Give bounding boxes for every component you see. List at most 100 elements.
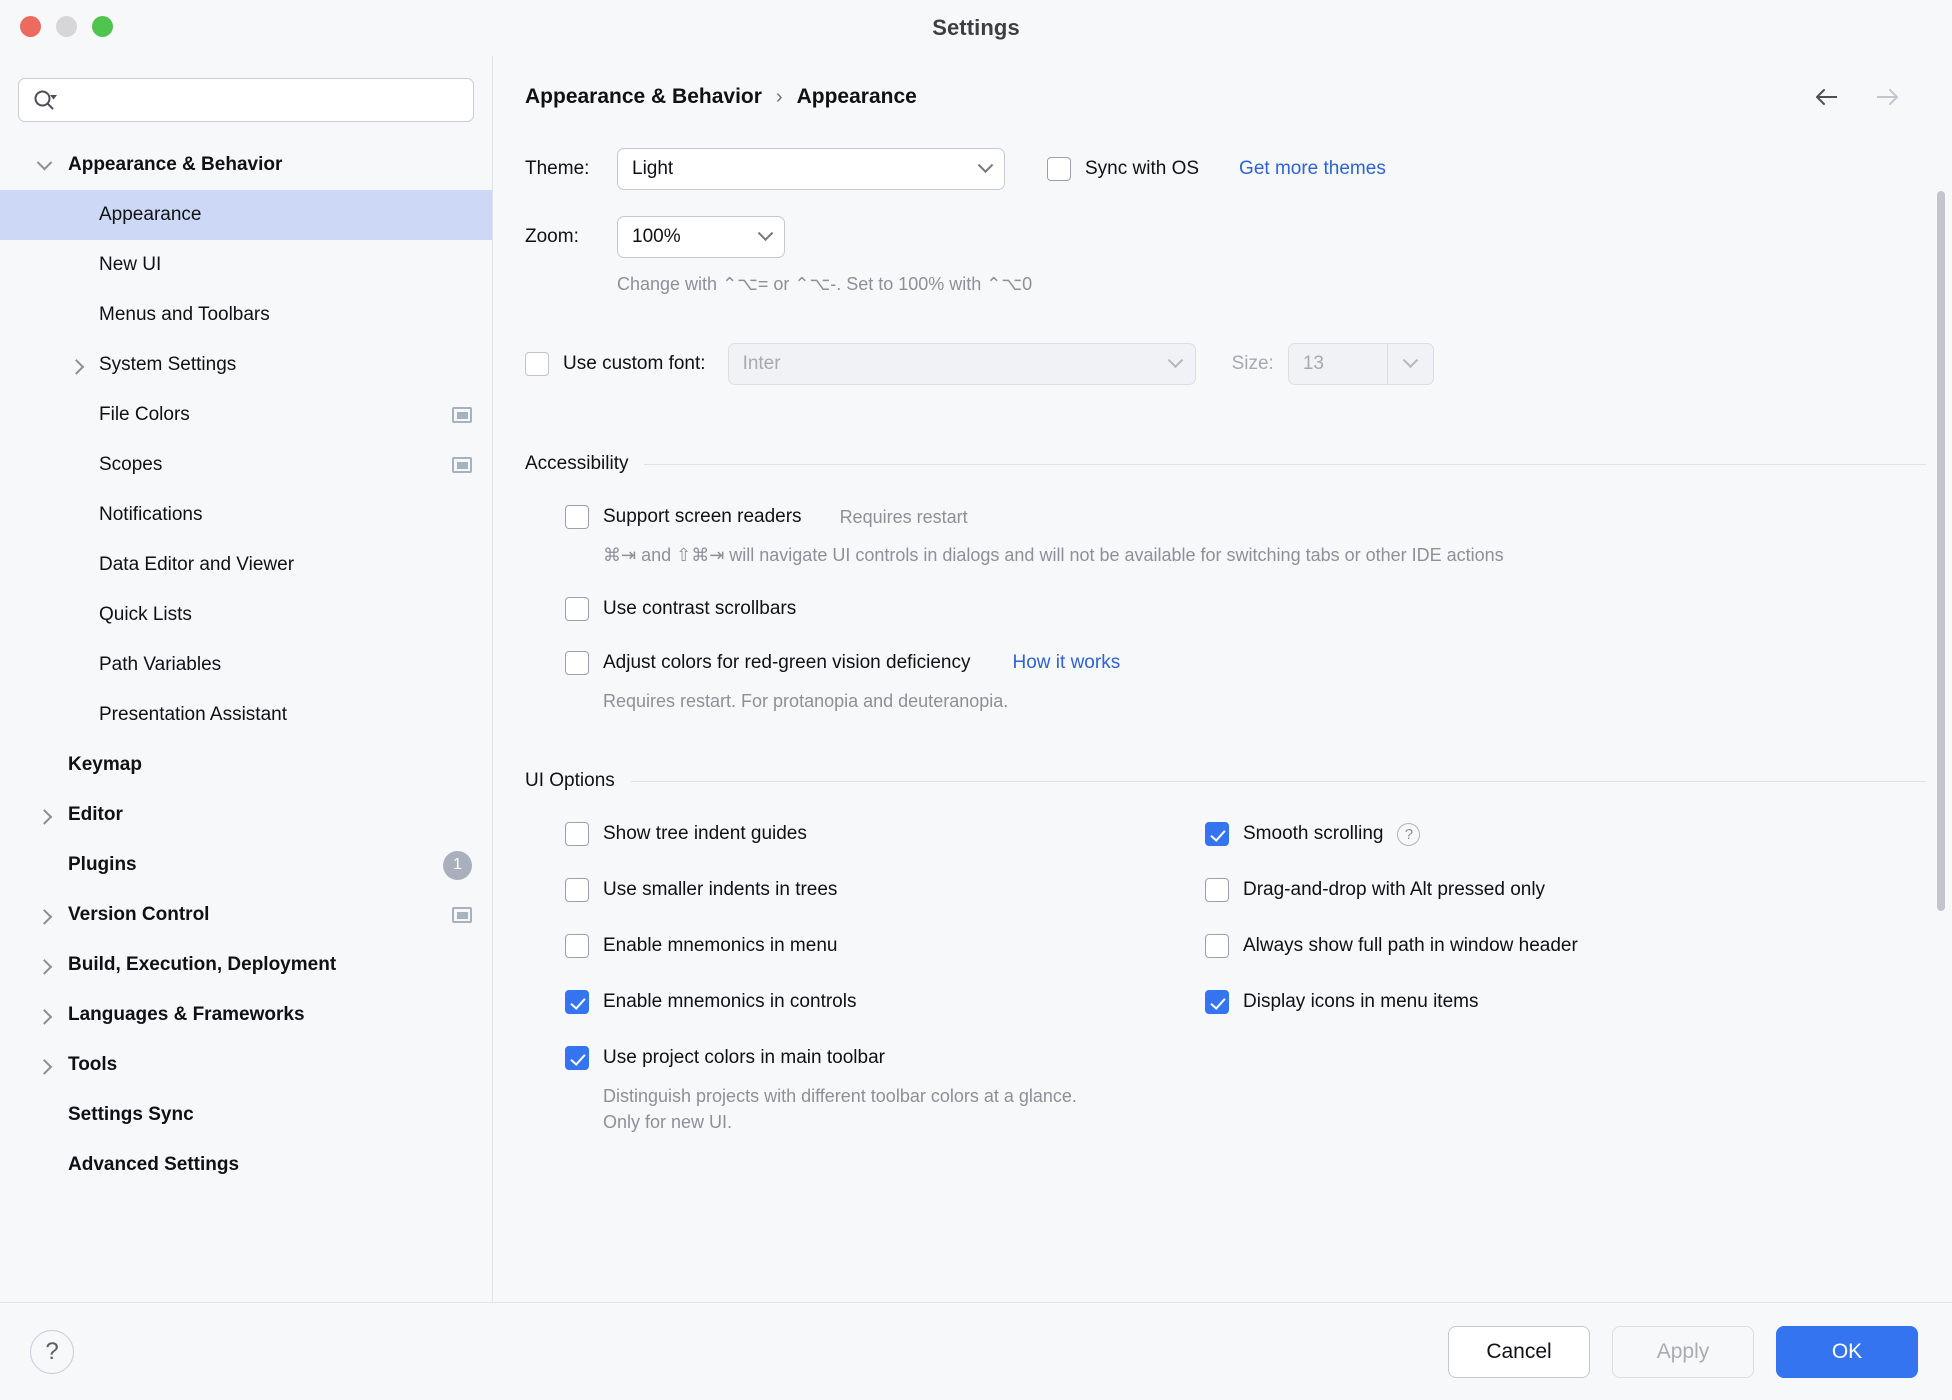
dialog-buttons: Cancel Apply OK [1448, 1325, 1918, 1378]
ui-option-show-tree-indent-guides[interactable]: Show tree indent guides [565, 822, 1205, 847]
sync-with-os-row[interactable]: Sync with OS [1047, 157, 1199, 181]
custom-font-row: Use custom font: Inter Size: 13 [525, 343, 1926, 385]
sidebar-item-data-editor-and-viewer[interactable]: Data Editor and Viewer [0, 540, 492, 590]
sidebar-item-advanced-settings[interactable]: Advanced Settings [0, 1140, 492, 1190]
sidebar-item-notifications[interactable]: Notifications [0, 490, 492, 540]
accessibility-title: Accessibility [525, 453, 629, 474]
custom-font-value: Inter [742, 353, 781, 374]
ui-option-label: Always show full path in window header [1243, 935, 1578, 957]
ui-option-checkbox-always-show-full-path-in-window-header[interactable] [1205, 934, 1229, 959]
ui-option-checkbox-enable-mnemonics-in-menu[interactable] [565, 934, 589, 959]
sidebar-item-label: Presentation Assistant [99, 704, 287, 725]
sidebar-item-trailing: 1 [443, 840, 492, 890]
sidebar-item-new-ui[interactable]: New UI [0, 240, 492, 290]
sidebar-item-system-settings[interactable]: System Settings [0, 340, 492, 390]
help-button[interactable]: ? [30, 1329, 74, 1374]
sidebar-item-label: Settings Sync [68, 1104, 194, 1125]
sidebar-item-languages-frameworks[interactable]: Languages & Frameworks [0, 990, 492, 1040]
ui-option-enable-mnemonics-in-menu[interactable]: Enable mnemonics in menu [565, 934, 1205, 959]
help-icon[interactable]: ? [1397, 822, 1421, 846]
zoom-select[interactable]: 100% [617, 216, 785, 258]
ui-option-drag-and-drop-with-alt-pressed-only[interactable]: Drag-and-drop with Alt pressed only [1205, 878, 1926, 903]
search-box[interactable] [18, 78, 474, 122]
sync-with-os-checkbox[interactable] [1047, 157, 1071, 181]
search-input[interactable] [65, 90, 473, 110]
ui-option-checkbox-use-project-colors-in-main-toolbar[interactable] [565, 1046, 589, 1071]
accessibility-options: Support screen readers Requires restart … [525, 505, 1926, 714]
custom-font-select[interactable]: Inter [727, 343, 1196, 385]
arrow-left-icon[interactable] [1814, 84, 1840, 110]
ui-option-checkbox-enable-mnemonics-in-controls[interactable] [565, 990, 589, 1015]
ui-option-label: Enable mnemonics in controls [603, 991, 857, 1013]
sidebar-item-scopes[interactable]: Scopes [0, 440, 492, 490]
sidebar-item-appearance-behavior[interactable]: Appearance & Behavior [0, 140, 492, 190]
ui-option-label: Use project colors in main toolbar [603, 1047, 885, 1069]
chevron-right-icon[interactable] [33, 954, 55, 976]
how-it-works-link[interactable]: How it works [1013, 652, 1121, 674]
chevron-down-icon [977, 156, 993, 176]
ui-option-use-project-colors-in-main-toolbar[interactable]: Use project colors in main toolbar [565, 1046, 1205, 1071]
sidebar-item-version-control[interactable]: Version Control [0, 890, 492, 940]
get-more-themes-link[interactable]: Get more themes [1239, 158, 1386, 180]
ui-options-columns: Show tree indent guides Use smaller inden… [525, 822, 1926, 1135]
sidebar-item-appearance[interactable]: Appearance [0, 190, 492, 240]
ok-button[interactable]: OK [1776, 1325, 1918, 1378]
chevron-right-icon[interactable] [33, 904, 55, 926]
ui-option-checkbox-use-smaller-indents-in-trees[interactable] [565, 878, 589, 903]
chevron-right-icon[interactable] [33, 1054, 55, 1076]
sidebar-item-menus-and-toolbars[interactable]: Menus and Toolbars [0, 290, 492, 340]
adjust-colors-checkbox[interactable] [565, 650, 589, 675]
use-contrast-scrollbars-checkbox[interactable] [565, 596, 589, 621]
content-scrollbar[interactable] [1937, 191, 1945, 911]
red-green-row[interactable]: Adjust colors for red-green vision defic… [565, 650, 1926, 675]
sidebar-item-label: File Colors [99, 404, 190, 425]
sidebar-item-label: Plugins [68, 854, 137, 875]
sidebar-item-build-execution-deployment[interactable]: Build, Execution, Deployment [0, 940, 492, 990]
chevron-right-icon[interactable] [33, 1004, 55, 1026]
sidebar-item-presentation-assistant[interactable]: Presentation Assistant [0, 690, 492, 740]
contrast-scrollbars-row[interactable]: Use contrast scrollbars [565, 596, 1926, 621]
requires-restart-note: Requires restart [839, 506, 968, 527]
ui-option-use-smaller-indents-in-trees[interactable]: Use smaller indents in trees [565, 878, 1205, 903]
section-divider [644, 463, 1926, 465]
breadcrumb-parent[interactable]: Appearance & Behavior [525, 85, 762, 109]
ui-option-checkbox-drag-and-drop-with-alt-pressed-only[interactable] [1205, 878, 1229, 903]
sidebar-item-file-colors[interactable]: File Colors [0, 390, 492, 440]
support-screen-readers-checkbox[interactable] [565, 505, 589, 529]
chevron-down-icon[interactable] [33, 154, 55, 176]
sidebar-item-quick-lists[interactable]: Quick Lists [0, 590, 492, 640]
ui-option-always-show-full-path-in-window-header[interactable]: Always show full path in window header [1205, 934, 1926, 959]
sidebar-item-plugins[interactable]: Plugins 1 [0, 840, 492, 890]
ui-option-enable-mnemonics-in-controls[interactable]: Enable mnemonics in controls [565, 990, 1205, 1015]
cancel-button[interactable]: Cancel [1448, 1325, 1590, 1378]
minimize-window-button[interactable] [56, 16, 77, 37]
ui-options-section-header: UI Options [525, 770, 1926, 792]
sidebar-item-label: Scopes [99, 454, 163, 475]
chevron-right-icon[interactable] [65, 354, 87, 376]
ui-option-checkbox-display-icons-in-menu-items[interactable] [1205, 990, 1229, 1015]
sidebar-item-path-variables[interactable]: Path Variables [0, 640, 492, 690]
sidebar-item-settings-sync[interactable]: Settings Sync [0, 1090, 492, 1140]
apply-button[interactable]: Apply [1612, 1325, 1754, 1378]
ui-option-smooth-scrolling[interactable]: Smooth scrolling? [1205, 822, 1926, 847]
use-custom-font-checkbox[interactable] [525, 352, 549, 376]
sidebar-item-label: Keymap [68, 754, 142, 775]
ui-options-left-column: Show tree indent guides Use smaller inden… [565, 822, 1205, 1135]
sidebar-item-tools[interactable]: Tools [0, 1040, 492, 1090]
arrow-right-icon[interactable] [1874, 84, 1900, 110]
chevron-right-icon[interactable] [33, 804, 55, 826]
ui-option-checkbox-show-tree-indent-guides[interactable] [565, 822, 589, 847]
settings-sidebar: Appearance & Behavior Appearance New UI Men… [0, 56, 493, 1302]
close-window-button[interactable] [20, 16, 41, 37]
theme-select[interactable]: Light [617, 148, 1005, 190]
sidebar-item-keymap[interactable]: Keymap [0, 740, 492, 790]
ui-option-display-icons-in-menu-items[interactable]: Display icons in menu items [1205, 990, 1926, 1015]
zoom-window-button[interactable] [92, 16, 113, 37]
ui-option-checkbox-smooth-scrolling[interactable] [1205, 822, 1229, 847]
sidebar-item-editor[interactable]: Editor [0, 790, 492, 840]
font-size-select[interactable]: 13 [1287, 343, 1434, 385]
support-screen-readers-row[interactable]: Support screen readers Requires restart [565, 505, 1926, 529]
dialog-footer: ? Cancel Apply OK [0, 1302, 1952, 1400]
settings-tree: Appearance & Behavior Appearance New UI Men… [0, 136, 492, 1302]
project-scope-icon [452, 407, 472, 423]
